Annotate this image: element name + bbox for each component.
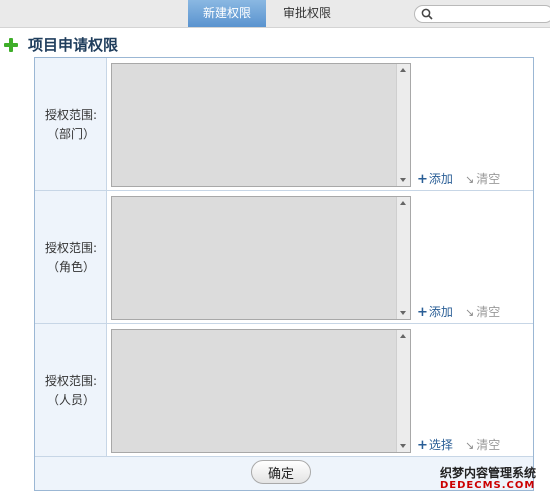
row-label: 授权范围: （人员） xyxy=(35,372,107,410)
row-label-line1: 授权范围: xyxy=(44,108,98,122)
clear-label: 清空 xyxy=(476,305,501,319)
department-textarea[interactable] xyxy=(112,64,396,186)
row-label-line1: 授权范围: xyxy=(44,241,98,255)
scrollbar[interactable] xyxy=(396,197,410,319)
add-label: 添加 xyxy=(428,172,453,186)
scope-row-person: 授权范围: （人员） +选择 ↘ 清空 xyxy=(35,324,533,457)
scroll-down-icon[interactable] xyxy=(400,444,406,448)
role-list-box xyxy=(111,196,411,320)
confirm-button[interactable]: 确定 xyxy=(251,460,311,484)
scroll-up-icon[interactable] xyxy=(400,334,406,338)
role-textarea[interactable] xyxy=(112,197,396,319)
row-label: 授权范围: （角色） xyxy=(35,239,107,277)
clear-icon: ↘ xyxy=(465,306,475,319)
scrollbar[interactable] xyxy=(396,330,410,452)
scope-row-role: 授权范围: （角色） +添加 ↘ 清空 xyxy=(35,191,533,324)
add-label: 添加 xyxy=(428,305,453,319)
row-label-line1: 授权范围: xyxy=(44,374,98,388)
add-department-button[interactable]: +添加 xyxy=(417,171,453,187)
clear-label: 清空 xyxy=(476,438,501,452)
search-icon[interactable] xyxy=(421,8,433,20)
row-label-cell: 授权范围: （角色） xyxy=(35,191,107,323)
select-label: 选择 xyxy=(428,438,453,452)
watermark-line2: DEDECMS.COM xyxy=(440,480,536,491)
person-list-box xyxy=(111,329,411,453)
clear-icon: ↘ xyxy=(465,439,475,452)
clear-department-button[interactable]: ↘ 清空 xyxy=(465,171,500,187)
row-label: 授权范围: （部门） xyxy=(35,106,107,144)
scroll-up-icon[interactable] xyxy=(400,68,406,72)
plus-icon xyxy=(4,38,18,52)
row-label-line2: （部门） xyxy=(46,127,95,141)
permission-form: 授权范围: （部门） +添加 ↘ 清空 授权范围: （角色） +添加 ↘ 清空 … xyxy=(34,57,534,491)
clear-person-button[interactable]: ↘ 清空 xyxy=(465,437,500,453)
scroll-up-icon[interactable] xyxy=(400,201,406,205)
clear-label: 清空 xyxy=(476,172,501,186)
search-box[interactable] xyxy=(414,5,550,23)
department-list-box xyxy=(111,63,411,187)
clear-icon: ↘ xyxy=(465,173,475,186)
row-label-line2: （角色） xyxy=(46,260,95,274)
page-title: 项目申请权限 xyxy=(28,36,119,54)
person-textarea[interactable] xyxy=(112,330,396,452)
add-role-button[interactable]: +添加 xyxy=(417,304,453,320)
search-input[interactable] xyxy=(437,7,547,21)
row-label-line2: （人员） xyxy=(46,393,95,407)
add-icon: + xyxy=(417,172,428,187)
add-icon: + xyxy=(417,438,428,453)
watermark-line1: 织梦内容管理系统 xyxy=(440,466,537,480)
scope-row-department: 授权范围: （部门） +添加 ↘ 清空 xyxy=(35,58,533,191)
row-label-cell: 授权范围: （人员） xyxy=(35,324,107,456)
scroll-down-icon[interactable] xyxy=(400,178,406,182)
scroll-down-icon[interactable] xyxy=(400,311,406,315)
tab-approve-permission[interactable]: 审批权限 xyxy=(270,0,344,27)
select-person-button[interactable]: +选择 xyxy=(417,437,453,453)
add-icon: + xyxy=(417,305,428,320)
top-tab-bar: 新建权限 审批权限 xyxy=(0,0,550,28)
scrollbar[interactable] xyxy=(396,64,410,186)
watermark-logo: 织梦内容管理系统 DEDECMS.COM xyxy=(428,464,550,494)
tab-new-permission[interactable]: 新建权限 xyxy=(188,0,266,27)
row-label-cell: 授权范围: （部门） xyxy=(35,58,107,190)
clear-role-button[interactable]: ↘ 清空 xyxy=(465,304,500,320)
